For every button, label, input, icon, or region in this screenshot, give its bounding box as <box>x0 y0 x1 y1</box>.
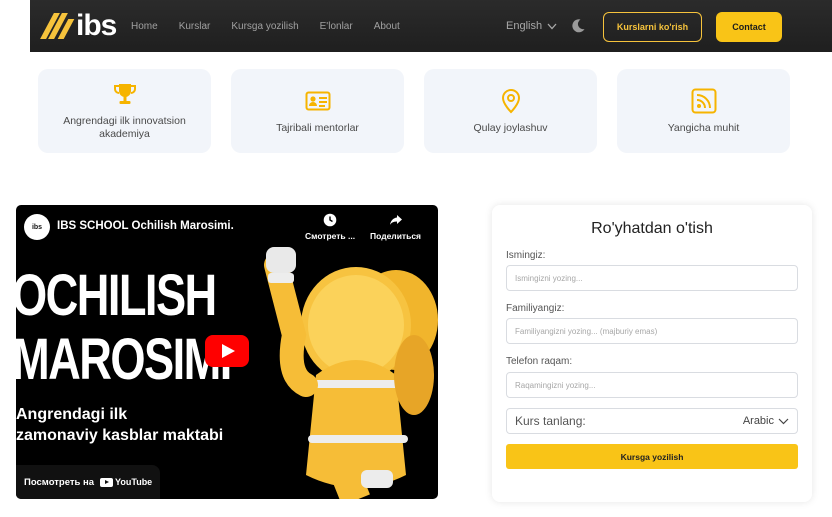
id-card-icon <box>305 91 330 110</box>
nav-link-kursga-yozilish[interactable]: Kursga yozilish <box>231 21 298 32</box>
video-headline-1: OCHILISH <box>16 263 217 328</box>
feature-label: Yangicha muhit <box>667 121 740 134</box>
feature-card-location: Qulay joylashuv <box>424 69 597 153</box>
feature-card-academy: Angrendagi ilk innovatsion akademiya <box>38 69 211 153</box>
rss-icon <box>691 88 716 113</box>
logo-mark-icon <box>40 13 75 39</box>
share-button[interactable]: Поделиться <box>370 213 421 241</box>
language-selector[interactable]: English <box>506 20 557 32</box>
moon-icon[interactable] <box>570 18 586 34</box>
watch-later-button[interactable]: Смотреть ... <box>305 213 355 241</box>
nav-link-elonlar[interactable]: E'lonlar <box>320 21 353 32</box>
top-navbar: ibs Home Kurslar Kursga yozilish E'lonla… <box>30 0 832 52</box>
course-select-value: Arabic <box>742 415 774 427</box>
contact-button[interactable]: Contact <box>716 12 782 42</box>
video-title[interactable]: IBS SCHOOL Ochilish Marosimi. <box>57 220 234 232</box>
youtube-logo-icon: YouTube <box>100 477 152 487</box>
nav-link-kurslar[interactable]: Kurslar <box>179 21 211 32</box>
channel-avatar[interactable]: ibs <box>24 214 50 240</box>
trophy-icon <box>113 84 136 104</box>
feature-cards: Angrendagi ilk innovatsion akademiya Taj… <box>38 69 790 153</box>
name-label: Ismingiz: <box>506 250 546 261</box>
chevron-down-icon <box>778 418 789 424</box>
view-courses-button[interactable]: Kurslarni ko'rish <box>603 12 702 42</box>
surname-label: Familiyangiz: <box>506 303 565 314</box>
video-embed[interactable]: ibs IBS SCHOOL Ochilish Marosimi. Смотре… <box>16 205 438 499</box>
logo-text: ibs <box>76 9 117 42</box>
watch-on-youtube-button[interactable]: Посмотреть на YouTube <box>16 465 160 499</box>
registration-form: Ro'yhatdan o'tish Ismingiz: Familiyangiz… <box>492 205 812 502</box>
course-select-label: Kurs tanlang: <box>515 414 586 428</box>
feature-card-environment: Yangicha muhit <box>617 69 790 153</box>
nav-links: Home Kurslar Kursga yozilish E'lonlar Ab… <box>131 0 421 52</box>
video-headline-2: MAROSIMI <box>16 327 232 392</box>
video-subline-2: zamonaviy kasblar maktabi <box>16 427 224 444</box>
feature-label: Angrendagi ilk innovatsion akademiya <box>63 115 186 140</box>
nav-link-home[interactable]: Home <box>131 21 158 32</box>
feature-label: Tajribali mentorlar <box>276 121 359 134</box>
feature-card-mentors: Tajribali mentorlar <box>231 69 404 153</box>
enroll-button[interactable]: Kursga yozilish <box>506 444 798 469</box>
clock-icon <box>323 213 337 227</box>
language-value: English <box>506 20 543 32</box>
video-subline-1: Angrendagi ilk <box>16 406 128 423</box>
feature-label: Qulay joylashuv <box>473 121 548 134</box>
course-select[interactable]: Kurs tanlang: Arabic <box>506 408 798 434</box>
astronaut-illustration <box>264 247 438 499</box>
phone-label: Telefon raqam: <box>506 356 573 367</box>
location-pin-icon <box>501 88 520 113</box>
surname-input[interactable] <box>506 318 798 344</box>
nav-link-about[interactable]: About <box>374 21 400 32</box>
ibs-logo[interactable]: ibs <box>40 9 117 42</box>
chevron-down-icon <box>547 23 557 29</box>
form-title: Ro'yhatdan o'tish <box>591 220 713 237</box>
name-input[interactable] <box>506 265 798 291</box>
phone-input[interactable] <box>506 372 798 398</box>
youtube-play-icon[interactable] <box>205 335 249 367</box>
share-icon <box>389 215 402 225</box>
